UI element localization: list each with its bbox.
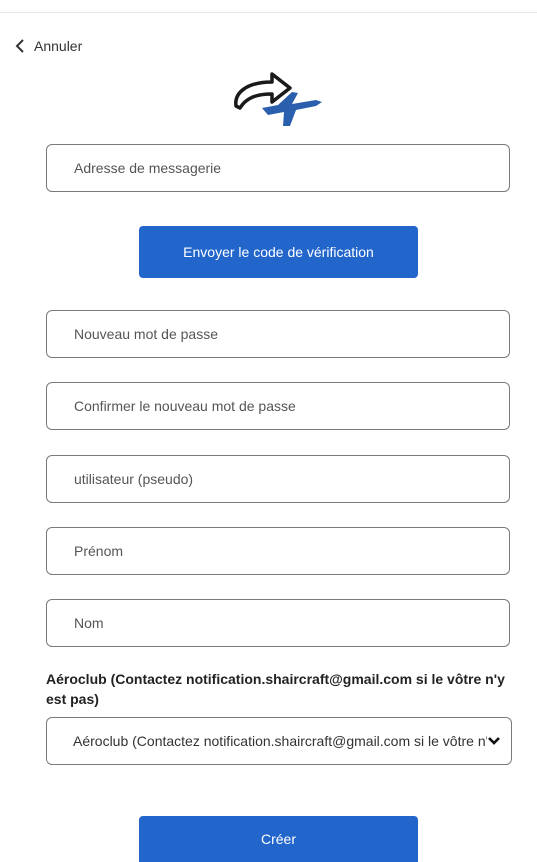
firstname-field[interactable] [46,527,510,575]
lastname-field[interactable] [46,599,510,647]
club-select[interactable]: Aéroclub (Contactez notification.shaircr… [46,717,512,765]
email-field[interactable] [46,144,510,192]
club-label: Aéroclub (Contactez notification.shaircr… [46,671,505,707]
cancel-label: Annuler [34,38,83,54]
club-select-value: Aéroclub (Contactez notification.shaircr… [73,733,487,749]
top-divider [0,12,537,13]
username-field[interactable] [46,455,510,503]
cancel-link[interactable]: Annuler [14,38,82,54]
new-password-field[interactable] [46,310,510,358]
chevron-left-icon [15,39,24,53]
chevron-down-icon [488,737,500,745]
confirm-password-field[interactable] [46,382,510,430]
send-code-button[interactable]: Envoyer le code de vérification [139,226,418,278]
signup-page: Annuler Envoyer le code de vérification … [0,0,537,862]
plane-share-icon [234,72,322,126]
create-button[interactable]: Créer [139,816,418,862]
